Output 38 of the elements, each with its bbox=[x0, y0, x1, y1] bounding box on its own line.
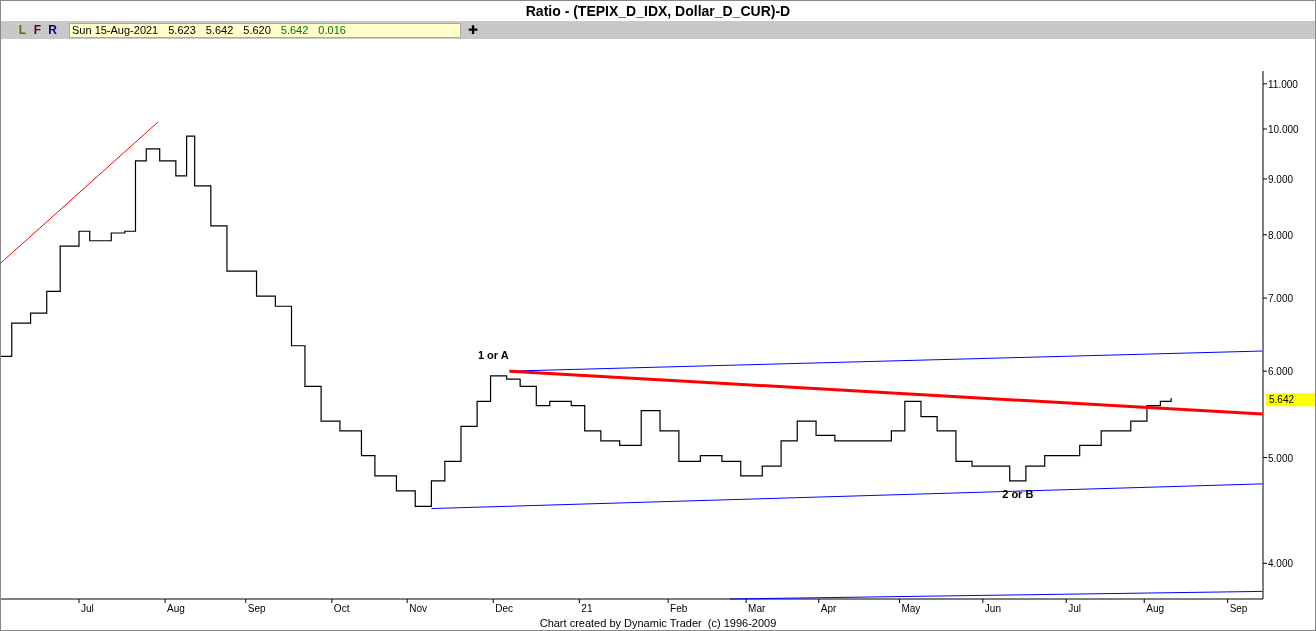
footer-credit: Chart created by Dynamic Trader (c) 1996-2009 bbox=[539, 617, 777, 629]
axis-tick-label: Dec bbox=[495, 603, 514, 614]
window-title: Ratio - (TEPIX_D_IDX, Dollar_D_CUR)-D bbox=[525, 1, 791, 21]
axis-tick-label: Jun bbox=[984, 603, 1001, 614]
axis-tick-label: 11.000 bbox=[1268, 78, 1298, 90]
axis-tick-label: 5.000 bbox=[1268, 452, 1294, 464]
wave-label: 2 or B bbox=[1002, 488, 1034, 501]
info-value: 5.642 bbox=[205, 24, 234, 36]
axis-tick-label: Apr bbox=[820, 603, 837, 614]
axis-tick-label: Jul bbox=[81, 603, 94, 614]
wave-label: 1 or A bbox=[477, 348, 509, 361]
axis-tick-label: 21 bbox=[581, 603, 593, 614]
add-button[interactable]: ✚ bbox=[468, 24, 478, 36]
price-marker-label: 5.642 bbox=[1269, 394, 1295, 406]
axis-tick-label: 9.000 bbox=[1268, 173, 1294, 185]
axis-tick-label: Sep bbox=[247, 603, 266, 614]
price-marker bbox=[1266, 393, 1315, 407]
axis-tick-label: May bbox=[901, 603, 921, 614]
axis-tick-label: Mar bbox=[748, 603, 766, 614]
toolbar-button[interactable]: F bbox=[30, 24, 45, 36]
info-value: 5.642 bbox=[280, 24, 309, 36]
toolbar-button[interactable]: R bbox=[45, 24, 60, 36]
axis-tick-label: 7.000 bbox=[1268, 293, 1294, 305]
axis-tick-label: 6.000 bbox=[1268, 366, 1294, 378]
info-value: Sun 15-Aug-2021 bbox=[72, 24, 159, 36]
axis-tick-label: Feb bbox=[670, 603, 688, 614]
axis-tick-label: Oct bbox=[333, 603, 350, 614]
info-value: 5.623 bbox=[168, 24, 196, 36]
axis-tick-label: Sep bbox=[1229, 603, 1248, 614]
info-value: 0.016 bbox=[318, 24, 346, 36]
axis-tick-label: 10.000 bbox=[1268, 124, 1299, 135]
axis-tick-label: Nov bbox=[409, 603, 427, 614]
info-value: 5.620 bbox=[243, 24, 271, 36]
axis-tick-label: Aug bbox=[1146, 603, 1165, 614]
axis-tick-label: 8.000 bbox=[1268, 229, 1294, 241]
axis-tick-label: 4.000 bbox=[1268, 558, 1294, 570]
axis-tick-label: Jul bbox=[1068, 603, 1082, 614]
axis-tick-label: Aug bbox=[167, 603, 185, 614]
